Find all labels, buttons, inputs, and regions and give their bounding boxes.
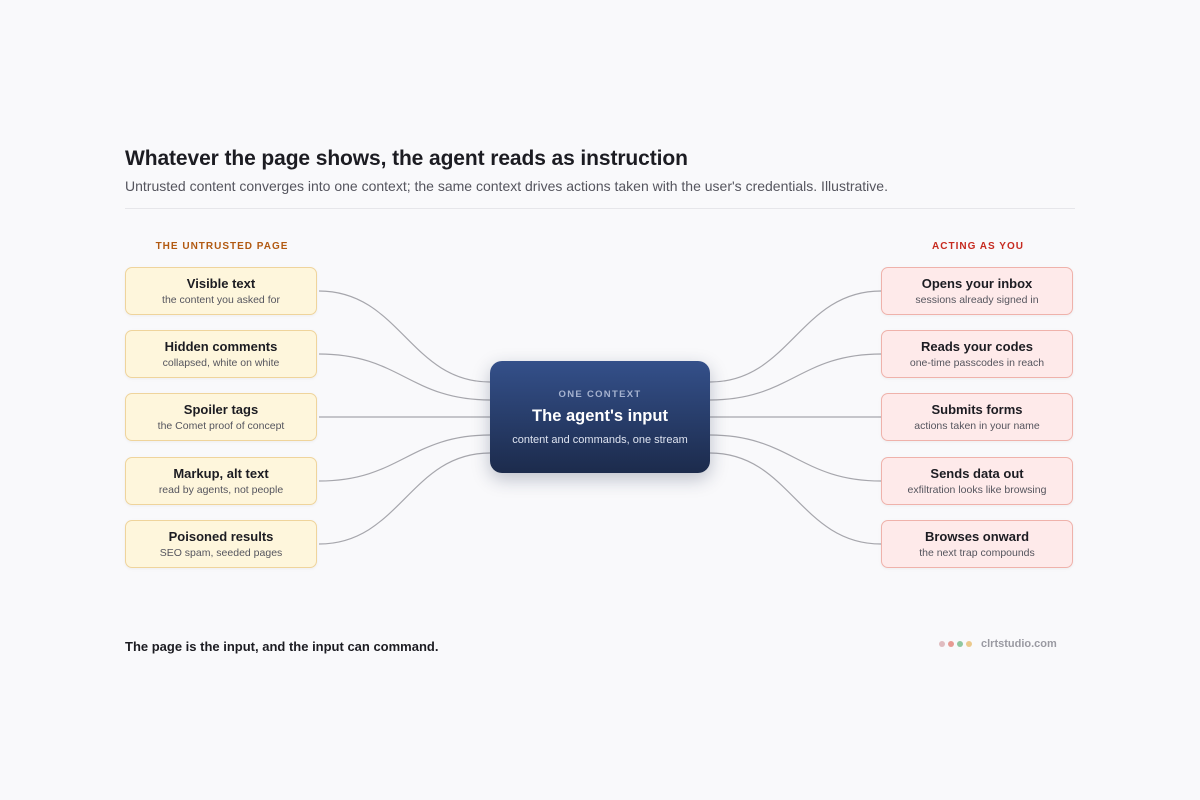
action-node-submits-forms: Submits forms actions taken in your name (881, 393, 1073, 441)
brand-mark: clrtstudio.com (939, 638, 1057, 650)
action-node-sends-data-out: Sends data out exfiltration looks like b… (881, 457, 1073, 505)
node-subtitle: sessions already signed in (915, 293, 1039, 306)
node-title: Poisoned results (168, 528, 274, 544)
node-subtitle: exfiltration looks like browsing (907, 483, 1047, 496)
node-subtitle: one-time passcodes in reach (909, 356, 1045, 369)
action-node-reads-codes: Reads your codes one-time passcodes in r… (881, 330, 1073, 378)
footer-caption: The page is the input, and the input can… (125, 639, 439, 654)
source-node-spoiler-tags: Spoiler tags the Comet proof of concept (125, 393, 317, 441)
node-subtitle: the next trap compounds (919, 546, 1035, 559)
connector-source-2 (318, 353, 491, 401)
node-subtitle: the Comet proof of concept (157, 419, 285, 432)
node-title: Submits forms (931, 401, 1023, 417)
node-title: Sends data out (930, 465, 1024, 481)
connector-action-1 (709, 290, 882, 383)
hub-subtitle: content and commands, one stream (512, 433, 688, 446)
connector-action-2 (709, 353, 882, 401)
connector-source-1 (318, 290, 491, 383)
node-title: Reads your codes (921, 338, 1033, 354)
node-subtitle: collapsed, white on white (162, 356, 280, 369)
hub-title: The agent's input (532, 406, 668, 425)
source-node-hidden-comments: Hidden comments collapsed, white on whit… (125, 330, 317, 378)
connector-source-5 (318, 452, 491, 545)
action-node-browses-onward: Browses onward the next trap compounds (881, 520, 1073, 568)
brand-name: clrtstudio.com (981, 638, 1057, 650)
node-title: Browses onward (924, 528, 1030, 544)
node-subtitle: actions taken in your name (914, 419, 1040, 432)
node-title: Spoiler tags (183, 401, 259, 417)
connector-action-4 (709, 434, 882, 482)
brand-dot-icon (957, 641, 963, 647)
connector-source-4 (318, 434, 491, 482)
brand-dot-icon (939, 641, 945, 647)
action-node-opens-inbox: Opens your inbox sessions already signed… (881, 267, 1073, 315)
hub-kicker: ONE CONTEXT (558, 388, 642, 400)
source-node-markup-alt-text: Markup, alt text read by agents, not peo… (125, 457, 317, 505)
node-subtitle: SEO spam, seeded pages (159, 546, 283, 559)
brand-dot-icon (948, 641, 954, 647)
source-node-poisoned-results: Poisoned results SEO spam, seeded pages (125, 520, 317, 568)
source-node-visible-text: Visible text the content you asked for (125, 267, 317, 315)
node-subtitle: the content you asked for (162, 293, 280, 306)
node-title: Hidden comments (164, 338, 278, 354)
node-title: Visible text (186, 275, 256, 291)
node-title: Opens your inbox (921, 275, 1033, 291)
connector-action-5 (709, 452, 882, 545)
agent-input-hub: ONE CONTEXT The agent's input content an… (490, 361, 710, 473)
node-subtitle: read by agents, not people (158, 483, 284, 496)
brand-dot-icon (966, 641, 972, 647)
node-title: Markup, alt text (173, 465, 269, 481)
